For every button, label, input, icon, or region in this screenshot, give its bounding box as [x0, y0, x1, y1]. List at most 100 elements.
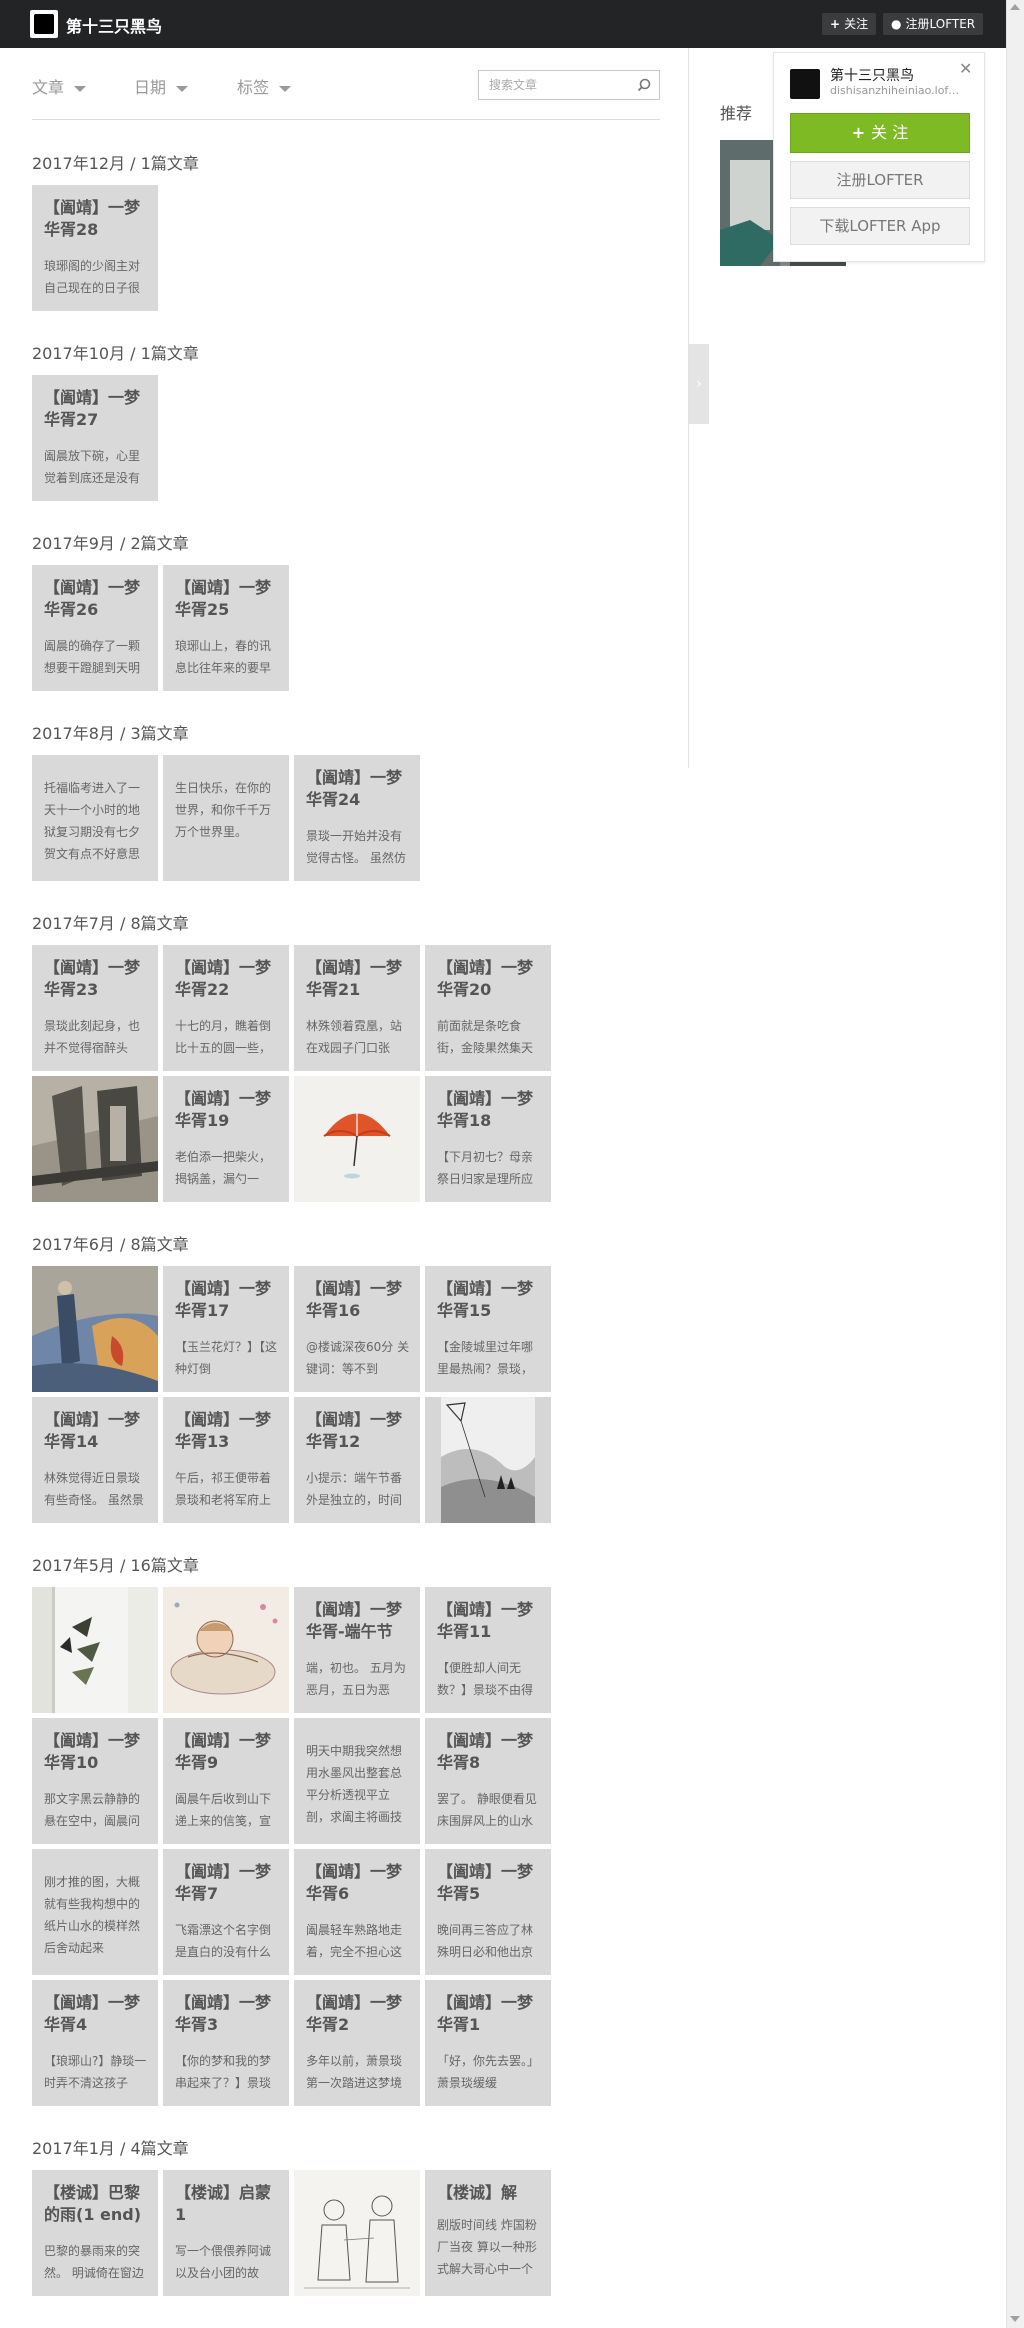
post-card[interactable]: 【阖靖】一梦华胥17 【玉兰花灯？】【这种灯倒: [163, 1266, 289, 1392]
post-card[interactable]: [32, 1076, 158, 1202]
post-card[interactable]: 【阖靖】一梦华胥7 飞霜漂这个名字倒是直白的没有什么: [163, 1849, 289, 1975]
post-excerpt: 琅琊阁的少阁主对自己现在的日子很: [44, 259, 141, 295]
post-excerpt: 阖晨放下碗，心里觉着到底还是没有: [44, 449, 141, 485]
avatar[interactable]: [790, 69, 820, 99]
post-card[interactable]: 【阖靖】一梦华胥22 十七的月，瞧着倒比十五的圆一些，: [163, 945, 289, 1071]
post-card[interactable]: 刚才推的图，大概就有些我构想中的纸片山水的模样然后舍动起来: [32, 1849, 158, 1975]
search-input[interactable]: [479, 71, 629, 99]
post-card[interactable]: [32, 1587, 158, 1713]
post-excerpt: 琅琊山上，春的讯息比往年来的要早: [175, 639, 272, 675]
filter-tags[interactable]: 标签: [237, 74, 292, 98]
chevron-right-icon: ›: [696, 376, 702, 392]
month-heading[interactable]: 2017年10月 / 1篇文章: [32, 340, 199, 364]
filter-tags-label: 标签: [237, 78, 270, 97]
post-card[interactable]: 【阖靖】一梦华胥21 林殊领着霓凰，站在戏园子门口张: [294, 945, 420, 1071]
post-card[interactable]: 【阖靖】一梦华胥19 老伯添一把柴火，揭锅盖，漏勺一: [163, 1076, 289, 1202]
post-card[interactable]: 【阖靖】一梦华胥-端午节 端，初也。 五月为恶月，五日为恶: [294, 1587, 420, 1713]
post-card[interactable]: 【阖靖】一梦华胥13 午后，祁王便带着景琰和老将军府上: [163, 1397, 289, 1523]
scrollbar[interactable]: [1006, 0, 1024, 2328]
post-card[interactable]: 【阖靖】一梦华胥27 阖晨放下碗，心里觉着到底还是没有: [32, 375, 158, 501]
post-title: 【阖靖】一梦华胥5: [437, 1862, 534, 1903]
register-button[interactable]: ● 注册LOFTER: [883, 13, 984, 35]
chevron-down-icon: [176, 85, 189, 92]
post-title: 【楼诚】巴黎的雨(1 end): [44, 2183, 142, 2224]
post-card[interactable]: 【阖靖】一梦华胥24 景琰一开始并没有觉得古怪。 虽然仿: [294, 755, 420, 881]
post-card[interactable]: 【楼诚】解 剧版时间线 炸国粉厂当夜 算以一种形式解大哥心中一个: [425, 2170, 551, 2296]
month-heading[interactable]: 2017年8月 / 3篇文章: [32, 720, 189, 744]
post-card[interactable]: 【阖靖】一梦华胥9 阖晨午后收到山下递上来的信笺，宣: [163, 1718, 289, 1844]
scroll-up-arrow-icon[interactable]: [1010, 4, 1020, 10]
post-excerpt: 写一个偎偎养阿诚以及台小团的故: [175, 2244, 272, 2280]
post-card[interactable]: 【阖靖】一梦华胥16 @楼诚深夜60分 关键词：等不到: [294, 1266, 420, 1392]
chevron-down-icon: [279, 85, 292, 92]
post-excerpt: @楼诚深夜60分 关键词：等不到: [306, 1340, 410, 1376]
popup-download-app-button[interactable]: 下载LOFTER App: [790, 207, 970, 245]
blog-name[interactable]: 第十三只黑鸟: [66, 13, 162, 37]
post-card[interactable]: 【阖靖】一梦华胥2 多年以前，萧景琰第一次踏进这梦境: [294, 1980, 420, 2106]
post-card[interactable]: 【阖靖】一梦华胥15 【金陵城里过年哪里最热闹？景琰，: [425, 1266, 551, 1392]
month-heading[interactable]: 2017年1月 / 4篇文章: [32, 2135, 189, 2159]
scroll-down-arrow-icon[interactable]: [1010, 2316, 1020, 2322]
recommend-title: 推荐: [720, 104, 753, 123]
post-card[interactable]: 【阖靖】一梦华胥12 小提示：端午节番外是独立的，时间: [294, 1397, 420, 1523]
post-excerpt: 罢了。 静眼便看见床围屏风上的山水: [437, 1792, 537, 1828]
post-excerpt: 阖晨的确存了一颗想要干蹬腿到天明: [44, 639, 141, 675]
post-title: 【阖靖】一梦华胥22: [175, 958, 272, 999]
post-card[interactable]: 【阖靖】一梦华胥25 琅琊山上，春的讯息比往年来的要早: [163, 565, 289, 691]
post-excerpt: 景琰此刻起身，也并不觉得宿醉头: [44, 1019, 141, 1055]
popup-follow-button[interactable]: + 关 注: [790, 113, 970, 153]
post-title: 【阖靖】一梦华胥15: [437, 1279, 534, 1320]
month-heading[interactable]: 2017年5月 / 16篇文章: [32, 1552, 199, 1576]
popup-blog-name[interactable]: 第十三只黑鸟: [830, 65, 914, 85]
post-card[interactable]: 【阖靖】一梦华胥11 【便胜却人间无数？】景琰不由得: [425, 1587, 551, 1713]
post-title: 【阖靖】一梦华胥25: [175, 578, 272, 619]
post-card[interactable]: [294, 1076, 420, 1202]
post-card[interactable]: [163, 1587, 289, 1713]
post-card[interactable]: 【阖靖】一梦华胥5 晚间再三答应了林殊明日必和他出京: [425, 1849, 551, 1975]
post-excerpt: 阖晨轻车熟路地走着，完全不担心这: [306, 1923, 403, 1959]
post-title: 【阖靖】一梦华胥4: [44, 1993, 141, 2034]
search-icon[interactable]: [636, 77, 652, 93]
plus-icon: +: [830, 17, 841, 31]
post-title: 【阖靖】一梦华胥17: [175, 1279, 272, 1320]
post-card[interactable]: 【阖靖】一梦华胥14 林殊觉得近日景琰有些奇怪。 虽然景: [32, 1397, 158, 1523]
post-card[interactable]: 【阖靖】一梦华胥1 「好，你先去罢。」萧景琰缓缓: [425, 1980, 551, 2106]
sidebar-toggle[interactable]: ›: [689, 344, 709, 424]
post-card[interactable]: [425, 1397, 551, 1523]
search-box: [478, 70, 660, 100]
month-heading[interactable]: 2017年12月 / 1篇文章: [32, 150, 199, 174]
post-card[interactable]: 【阖靖】一梦华胥18 【下月初七？母亲祭日归家是理所应: [425, 1076, 551, 1202]
post-title: 【阖靖】一梦华胥8: [437, 1731, 534, 1772]
post-excerpt: 【琅琊山?】静琰一时弄不清这孩子: [44, 2054, 147, 2090]
month-heading[interactable]: 2017年7月 / 8篇文章: [32, 910, 189, 934]
post-card[interactable]: 【阖靖】一梦华胥20 前面就是条吃食街，金陵果然集天: [425, 945, 551, 1071]
month-heading[interactable]: 2017年6月 / 8篇文章: [32, 1231, 189, 1255]
post-card[interactable]: 【阖靖】一梦华胥10 那文字黑云静静的悬在空中，阖晨问: [32, 1718, 158, 1844]
post-title: 【阖靖】一梦华胥10: [44, 1731, 141, 1772]
post-card[interactable]: 生日快乐，在你的世界，和你千千万万个世界里。: [163, 755, 289, 881]
post-card[interactable]: 【阖靖】一梦华胥23 景琰此刻起身，也并不觉得宿醉头: [32, 945, 158, 1071]
post-card[interactable]: 【楼诚】启蒙1 写一个偎偎养阿诚以及台小团的故: [163, 2170, 289, 2296]
post-card[interactable]: 【楼诚】巴黎的雨(1 end) 巴黎的暴雨来的突然。 明诚倚在窗边: [32, 2170, 158, 2296]
post-excerpt: 刚才推的图，大概就有些我构想中的纸片山水的模样然后舍动起来: [44, 1875, 141, 1955]
post-card[interactable]: 【阖靖】一梦华胥6 阖晨轻车熟路地走着，完全不担心这: [294, 1849, 420, 1975]
popup-register-button[interactable]: 注册LOFTER: [790, 161, 970, 199]
close-icon[interactable]: ✕: [959, 59, 972, 78]
follow-button[interactable]: + 关注: [822, 13, 877, 35]
post-excerpt: 明天中期我突然想用水墨风出整套总平分析透视平立剖，求阖主将画技: [306, 1744, 403, 1824]
post-card[interactable]: 【阖靖】一梦华胥8 罢了。 静眼便看见床围屏风上的山水: [425, 1718, 551, 1844]
filter-articles[interactable]: 文章: [32, 74, 87, 98]
post-card[interactable]: 【阖靖】一梦华胥28 琅琊阁的少阁主对自己现在的日子很: [32, 185, 158, 311]
filter-date[interactable]: 日期: [134, 74, 189, 98]
post-card[interactable]: 【阖靖】一梦华胥4 【琅琊山?】静琰一时弄不清这孩子: [32, 1980, 158, 2106]
post-card[interactable]: 【阖靖】一梦华胥26 阖晨的确存了一颗想要干蹬腿到天明: [32, 565, 158, 691]
post-card[interactable]: [294, 2170, 420, 2296]
post-title: 【阖靖】一梦华胥18: [437, 1089, 534, 1130]
month-heading[interactable]: 2017年9月 / 2篇文章: [32, 530, 189, 554]
post-card[interactable]: 明天中期我突然想用水墨风出整套总平分析透视平立剖，求阖主将画技: [294, 1718, 420, 1844]
post-card[interactable]: [32, 1266, 158, 1392]
post-image: [32, 1266, 158, 1392]
post-card[interactable]: 【阖靖】一梦华胥3 【你的梦和我的梦串起来了？】景琰: [163, 1980, 289, 2106]
post-card[interactable]: 托福临考进入了一天十一个小时的地狱复习期没有七夕贺文有点不好意思: [32, 755, 158, 881]
follow-popup: 第十三只黑鸟 dishisanzhiheiniao.lofter.com ✕ +…: [773, 52, 985, 262]
